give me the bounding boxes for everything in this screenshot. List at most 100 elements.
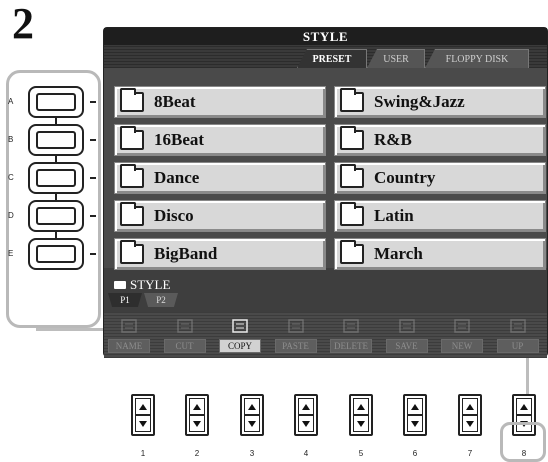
function-button-save[interactable]: SAVE [385, 339, 428, 353]
folder-path-label: STYLE [130, 277, 171, 292]
side-button-a[interactable] [28, 86, 84, 118]
panel-button-number: 1 [140, 449, 146, 458]
arrow-down-icon [139, 420, 147, 427]
function-row: NAME CUT COPY PASTE DELETE SAVE NEW UP [104, 312, 547, 358]
new-folder-icon [453, 318, 471, 334]
panel-button-3[interactable] [240, 394, 264, 436]
panel-button-number: 3 [249, 449, 255, 458]
panel-button-2[interactable] [185, 394, 209, 436]
style-category-button[interactable]: Latin [334, 200, 546, 232]
folder-icon [120, 126, 144, 150]
style-category-button[interactable]: 16Beat [114, 124, 326, 156]
panel-button-down[interactable] [462, 415, 478, 432]
function-button-up[interactable]: UP [496, 339, 539, 353]
side-button-face [36, 207, 76, 225]
side-button-face [36, 169, 76, 187]
tab-floppy-disk[interactable]: FLOPPY DISK [425, 49, 529, 68]
folder-icon [340, 202, 364, 226]
panel-button-up[interactable] [298, 398, 314, 415]
arrow-up-icon [193, 403, 201, 410]
folder-icon [120, 88, 144, 112]
panel-button-7[interactable] [458, 394, 482, 436]
style-category-button[interactable]: R&B [334, 124, 546, 156]
folder-icon [114, 281, 126, 289]
folder-icon [340, 88, 364, 112]
arrow-up-icon [466, 403, 474, 410]
panel-button-4[interactable] [294, 394, 318, 436]
arrow-up-icon [520, 403, 528, 410]
arrow-down-icon [357, 420, 365, 427]
panel-button-5[interactable] [349, 394, 373, 436]
arrow-up-icon [302, 403, 310, 410]
panel-button-up[interactable] [189, 398, 205, 415]
side-button-c[interactable] [28, 162, 84, 194]
paste-icon [287, 318, 305, 334]
style-category-label: Dance [154, 168, 200, 187]
panel-button-down[interactable] [407, 415, 423, 432]
folder-icon [340, 240, 364, 264]
copy-icon [231, 318, 249, 334]
panel-button-1[interactable] [131, 394, 155, 436]
function-button-new[interactable]: NEW [441, 339, 483, 353]
panel-button-up[interactable] [462, 398, 478, 415]
folder-path: STYLE [114, 277, 170, 293]
panel-button-down[interactable] [298, 415, 314, 432]
tab-preset[interactable]: PRESET [297, 49, 367, 68]
function-button-paste[interactable]: PASTE [274, 339, 317, 353]
panel-button-down[interactable] [244, 415, 260, 432]
style-category-button[interactable]: Disco [114, 200, 326, 232]
folder-icon [340, 164, 364, 188]
page-tab-p1[interactable]: P1 [108, 293, 142, 307]
arrow-down-icon [302, 420, 310, 427]
tab-user[interactable]: USER [367, 49, 425, 68]
side-button-b[interactable] [28, 124, 84, 156]
panel-button-up[interactable] [516, 398, 532, 415]
side-button-d[interactable] [28, 200, 84, 232]
function-button-copy[interactable]: COPY [219, 339, 261, 353]
side-button-letter: C [8, 173, 14, 182]
folder-icon [340, 126, 364, 150]
page-tab-p2[interactable]: P2 [144, 293, 178, 307]
panel-button-up[interactable] [135, 398, 151, 415]
style-category-label: March [374, 244, 423, 263]
up-folder-icon [509, 318, 527, 334]
page-tabs: P1 P2 [104, 293, 547, 307]
panel-button-up[interactable] [244, 398, 260, 415]
style-category-label: Swing&Jazz [374, 92, 465, 111]
panel-button-number: 7 [467, 449, 473, 458]
style-category-button[interactable]: 8Beat [114, 86, 326, 118]
style-category-button[interactable]: Dance [114, 162, 326, 194]
name-icon [120, 318, 138, 334]
folder-icon [120, 202, 144, 226]
side-button-letter: B [8, 135, 14, 144]
style-category-button[interactable]: Country [334, 162, 546, 194]
side-button-letter: D [8, 211, 14, 220]
screen-title: STYLE [302, 29, 349, 44]
panel-button-6[interactable] [403, 394, 427, 436]
panel-button-up[interactable] [353, 398, 369, 415]
side-button-dash [90, 101, 96, 103]
side-button-e[interactable] [28, 238, 84, 270]
side-button-dash [90, 139, 96, 141]
function-button-cut[interactable]: CUT [163, 339, 206, 353]
folder-icon [120, 240, 144, 264]
function-button-delete[interactable]: DELETE [330, 339, 372, 353]
style-category-button[interactable]: BigBand [114, 238, 326, 270]
arrow-down-icon [193, 420, 201, 427]
arrow-up-icon [357, 403, 365, 410]
side-button-face [36, 131, 76, 149]
folder-icon [120, 164, 144, 188]
panel-button-up[interactable] [407, 398, 423, 415]
panel-button-down[interactable] [189, 415, 205, 432]
function-button-name[interactable]: NAME [108, 339, 150, 353]
arrow-up-icon [248, 403, 256, 410]
panel-button-down[interactable] [353, 415, 369, 432]
style-category-button[interactable]: March [334, 238, 546, 270]
button-8-highlight [500, 422, 546, 462]
side-button-dash [90, 215, 96, 217]
step-number: 2 [12, 0, 34, 48]
panel-button-number: 2 [194, 449, 200, 458]
style-category-button[interactable]: Swing&Jazz [334, 86, 546, 118]
panel-button-down[interactable] [135, 415, 151, 432]
trash-icon [342, 318, 360, 334]
